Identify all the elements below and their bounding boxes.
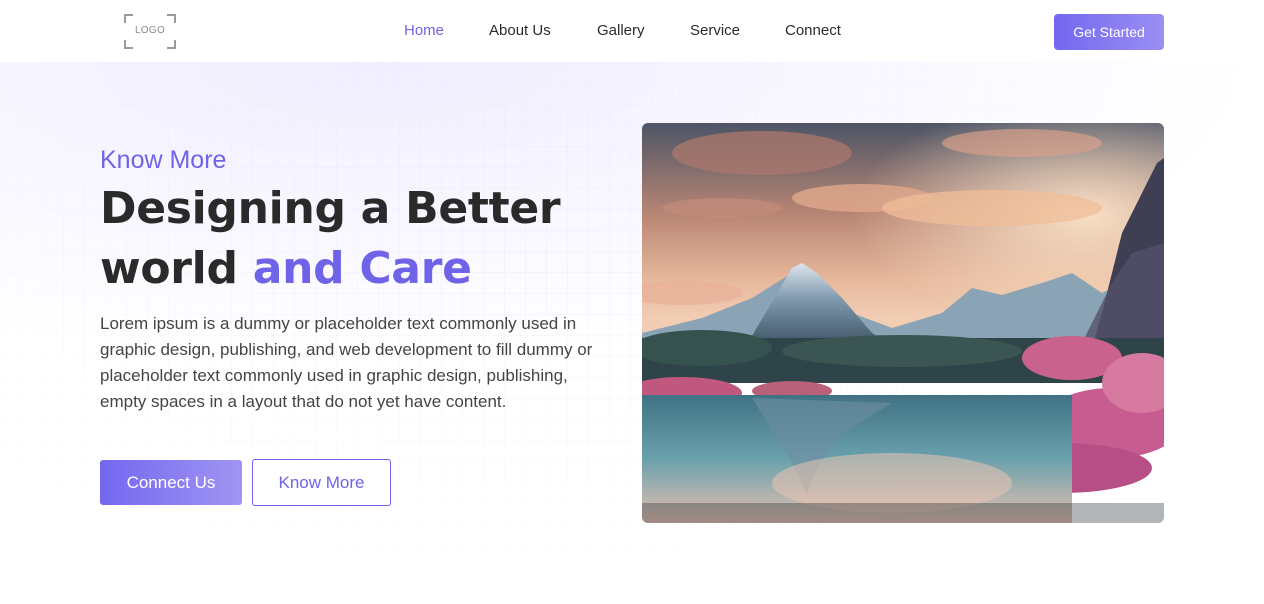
logo-corner xyxy=(167,40,176,49)
logo-corner xyxy=(167,14,176,23)
nav-item-connect[interactable]: Connect xyxy=(785,22,841,39)
nav-item-about-us[interactable]: About Us xyxy=(489,22,551,39)
logo[interactable]: LOGO xyxy=(124,14,176,49)
headline-accent: and Care xyxy=(252,243,472,294)
nav-item-gallery[interactable]: Gallery xyxy=(597,22,645,39)
landscape-image xyxy=(642,123,1164,523)
logo-corner xyxy=(124,14,133,23)
know-more-button[interactable]: Know More xyxy=(252,459,391,506)
headline-line1: Designing a Better xyxy=(100,183,561,234)
nav-item-service[interactable]: Service xyxy=(690,22,740,39)
hero-eyebrow: Know More xyxy=(100,146,227,174)
hero-text: Know More Designing a Better world and C… xyxy=(100,140,610,415)
logo-corner xyxy=(124,40,133,49)
nav-item-home[interactable]: Home xyxy=(404,22,444,39)
get-started-button[interactable]: Get Started xyxy=(1054,14,1164,50)
hero-headline: Designing a Better world and Care xyxy=(100,179,610,299)
connect-us-button[interactable]: Connect Us xyxy=(100,460,242,505)
headline-line2: world xyxy=(100,243,253,294)
hero-description: Lorem ipsum is a dummy or placeholder te… xyxy=(100,314,593,411)
logo-text: LOGO xyxy=(134,25,166,36)
site-header: LOGO Home About Us Gallery Service Conne… xyxy=(0,0,1264,62)
